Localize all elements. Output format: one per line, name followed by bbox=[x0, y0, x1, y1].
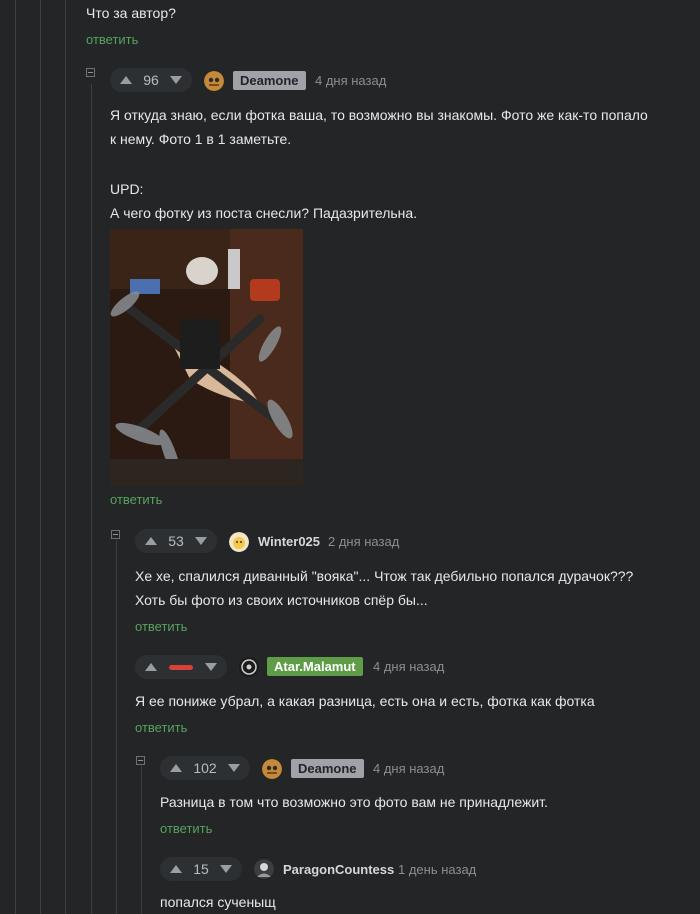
reply-link[interactable]: ответить bbox=[160, 821, 212, 836]
reply-link[interactable]: ответить bbox=[135, 720, 187, 735]
timestamp: 1 день назад bbox=[398, 862, 477, 877]
downvote-icon[interactable] bbox=[219, 865, 232, 873]
comment-text: Я ее пониже убрал, а какая разница, есть… bbox=[135, 693, 595, 709]
thread-line bbox=[91, 84, 92, 914]
upvote-icon[interactable] bbox=[120, 76, 132, 84]
avatar[interactable] bbox=[254, 859, 274, 879]
avatar[interactable] bbox=[229, 532, 249, 552]
timestamp: 4 дня назад bbox=[373, 761, 445, 776]
collapse-icon[interactable] bbox=[86, 68, 95, 77]
comment-text: Хоть бы фото из своих источников спёр бы… bbox=[135, 592, 428, 608]
vote-widget: 96 bbox=[110, 68, 192, 92]
comment-photo[interactable] bbox=[110, 229, 303, 486]
vote-widget: 15 bbox=[160, 857, 242, 881]
timestamp: 2 дня назад bbox=[328, 534, 400, 549]
reply-link[interactable]: ответить bbox=[135, 619, 187, 634]
vote-widget: 53 bbox=[135, 529, 217, 553]
thread-line bbox=[65, 0, 66, 914]
vote-count: 53 bbox=[168, 533, 184, 549]
vote-count: 102 bbox=[193, 760, 217, 776]
upvote-icon[interactable] bbox=[170, 764, 182, 772]
comment-text: Я откуда знаю, если фотка ваша, то возмо… bbox=[110, 107, 648, 123]
downvote-icon[interactable] bbox=[205, 663, 217, 671]
collapse-icon[interactable] bbox=[111, 530, 120, 539]
username-badge[interactable]: Atar.Malamut bbox=[267, 657, 363, 676]
upvote-icon[interactable] bbox=[170, 865, 182, 873]
username[interactable]: Winter025 bbox=[258, 534, 320, 549]
username-badge[interactable]: Deamone bbox=[291, 759, 364, 778]
downvote-icon[interactable] bbox=[169, 76, 182, 84]
reply-link[interactable]: ответить bbox=[110, 492, 162, 507]
comment-text: попался сученыщ bbox=[160, 894, 276, 910]
upvote-icon[interactable] bbox=[145, 537, 157, 545]
avatar[interactable] bbox=[204, 71, 224, 91]
vote-widget bbox=[135, 655, 227, 679]
negative-rating-bar bbox=[169, 664, 193, 670]
comment-text: Разница в том что возможно это фото вам … bbox=[160, 794, 548, 810]
thread-line bbox=[15, 0, 16, 914]
upvote-icon[interactable] bbox=[145, 663, 157, 671]
avatar[interactable] bbox=[262, 759, 282, 779]
timestamp: 4 дня назад bbox=[373, 659, 445, 674]
comment-text: UPD: bbox=[110, 181, 144, 197]
vote-count: 96 bbox=[143, 72, 159, 88]
timestamp: 4 дня назад bbox=[315, 73, 387, 88]
thread-line bbox=[116, 540, 117, 914]
thread-line bbox=[141, 766, 142, 914]
vote-widget: 102 bbox=[160, 756, 250, 780]
downvote-icon[interactable] bbox=[227, 764, 240, 772]
comment-text: Что за автор? bbox=[86, 5, 176, 21]
comment-text: Хе хе, спалился диванный "вояка"... Чтож… bbox=[135, 568, 634, 584]
comment-text: к нему. Фото 1 в 1 заметьте. bbox=[110, 131, 292, 147]
comment-text: А чего фотку из поста снесли? Падазрител… bbox=[110, 205, 418, 221]
collapse-icon[interactable] bbox=[136, 756, 145, 765]
downvote-icon[interactable] bbox=[194, 537, 207, 545]
avatar[interactable] bbox=[239, 657, 259, 677]
username[interactable]: ParagonCountess bbox=[283, 862, 394, 877]
thread-line bbox=[40, 0, 41, 914]
vote-count: 15 bbox=[193, 861, 209, 877]
username-badge[interactable]: Deamone bbox=[233, 71, 306, 90]
reply-link[interactable]: ответить bbox=[86, 32, 138, 47]
